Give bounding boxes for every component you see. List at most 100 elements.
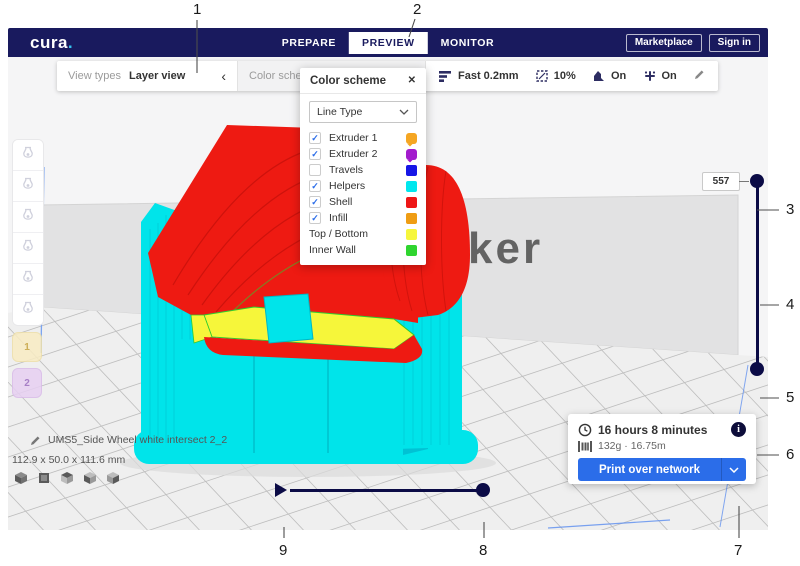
simulation-play-button[interactable] (275, 483, 287, 497)
mirror-tool-icon (20, 238, 36, 259)
simulation-slider-track[interactable] (290, 489, 483, 492)
print-job-panel: 16 hours 8 minutes i 132g · 16.75m Print… (568, 414, 756, 484)
sidebar-mirror-tool-button[interactable] (13, 233, 43, 264)
line-type-dropdown[interactable]: Line Type (309, 101, 417, 123)
view-types-label: View types (68, 70, 121, 82)
popup-title: Color scheme (310, 75, 386, 87)
support-blocker-tool-icon (20, 300, 36, 321)
sidebar-move-tool-button[interactable] (13, 140, 43, 171)
view-types-selector[interactable]: View types Layer view ‹ (57, 61, 237, 91)
layers-icon (439, 71, 452, 82)
callout-3: 3 (786, 201, 794, 218)
line-type-label: Extruder 1 (329, 132, 406, 144)
rotate-tool-icon (20, 207, 36, 228)
model-support-cube (264, 294, 313, 343)
tab-monitor[interactable]: MONITOR (428, 32, 508, 54)
view-types-value: Layer view (129, 70, 185, 82)
cura-logo: cura. (30, 33, 73, 53)
color-swatch (406, 165, 417, 176)
layer-slider-bottom-handle[interactable] (750, 362, 764, 376)
camera-view-buttons (14, 471, 120, 490)
adhesion-value: On (662, 70, 677, 82)
material-estimate: 132g · 16.75m (598, 440, 666, 452)
callout-8: 8 (479, 542, 487, 559)
color-scheme-row[interactable]: ✓ Extruder 1 (309, 130, 417, 146)
print-over-network-button[interactable]: Print over network (578, 458, 721, 481)
checkbox-checked[interactable]: ✓ (309, 132, 321, 144)
print-profile-value: Fast 0.2mm (458, 70, 519, 82)
layer-slider-top-handle[interactable] (750, 174, 764, 188)
line-type-label: Infill (329, 212, 406, 224)
sidebar-support-blocker-tool-button[interactable] (13, 295, 43, 325)
chevron-down-icon (399, 109, 409, 115)
color-scheme-row[interactable]: ✓Shell (309, 194, 417, 210)
color-swatch (406, 229, 417, 240)
support-icon (593, 70, 605, 82)
info-icon[interactable]: i (731, 422, 746, 437)
view-3d-icon[interactable] (14, 471, 28, 490)
extruder-2-button[interactable]: 2 (12, 368, 42, 398)
checkbox-unchecked[interactable] (309, 164, 321, 176)
checkbox-checked[interactable]: ✓ (309, 196, 321, 208)
checkbox-checked[interactable]: ✓ (309, 148, 321, 160)
line-type-dropdown-value: Line Type (317, 106, 362, 118)
color-swatch (406, 149, 417, 160)
support-value: On (611, 70, 626, 82)
color-swatch (406, 181, 417, 192)
extruder-1-button[interactable]: 1 (12, 332, 42, 362)
print-profile-item[interactable]: Fast 0.2mm (439, 70, 519, 82)
current-layer-value[interactable]: 557 (702, 172, 740, 191)
view-left-icon[interactable] (83, 471, 97, 490)
app-header: cura. PREPARE PREVIEW MONITOR Marketplac… (8, 28, 768, 57)
callout-9: 9 (279, 542, 287, 559)
callout-4: 4 (786, 296, 794, 313)
simulation-slider-handle[interactable] (476, 483, 490, 497)
view-right-icon[interactable] (106, 471, 120, 490)
move-tool-icon (20, 145, 36, 166)
edit-settings-pencil-icon[interactable] (694, 69, 705, 83)
view-front-icon[interactable] (37, 471, 51, 490)
adhesion-item[interactable]: On (644, 70, 677, 82)
rename-pencil-icon[interactable] (30, 435, 41, 446)
checkbox-checked[interactable]: ✓ (309, 180, 321, 192)
layer-slider-track[interactable] (756, 181, 759, 369)
color-scheme-row[interactable]: Travels (309, 162, 417, 178)
callout-1: 1 (193, 1, 201, 18)
screenshot-canvas: cura. PREPARE PREVIEW MONITOR Marketplac… (0, 0, 800, 566)
sidebar-rotate-tool-button[interactable] (13, 202, 43, 233)
marketplace-button[interactable]: Marketplace (626, 34, 702, 52)
color-scheme-row[interactable]: Inner Wall (309, 242, 417, 258)
collapse-chevron-icon[interactable]: ‹ (221, 69, 226, 83)
checkbox-checked[interactable]: ✓ (309, 212, 321, 224)
print-options-chevron[interactable] (721, 458, 746, 481)
infill-value: 10% (554, 70, 576, 82)
callout-7: 7 (734, 542, 742, 559)
per-model-settings-tool-icon (20, 269, 36, 290)
infill-item[interactable]: 10% (536, 70, 576, 82)
print-time-estimate: 16 hours 8 minutes (598, 423, 707, 437)
color-swatch (406, 197, 417, 208)
tab-prepare[interactable]: PREPARE (269, 32, 349, 54)
color-scheme-row[interactable]: ✓Helpers (309, 178, 417, 194)
cura-logo-dot: . (68, 33, 73, 52)
sidebar-per-model-settings-tool-button[interactable] (13, 264, 43, 295)
stage-tabs: PREPARE PREVIEW MONITOR (269, 28, 507, 57)
color-swatch (406, 213, 417, 224)
print-settings-summary[interactable]: Fast 0.2mm 10% On On (426, 61, 718, 91)
support-item[interactable]: On (593, 70, 626, 82)
callout-5: 5 (786, 389, 794, 406)
scale-tool-icon (20, 176, 36, 197)
color-scheme-row[interactable]: ✓Extruder 2 (309, 146, 417, 162)
model-dimensions: 112.9 x 50.0 x 111.6 mm (12, 454, 125, 466)
color-scheme-row[interactable]: Top / Bottom (309, 226, 417, 242)
sidebar-scale-tool-button[interactable] (13, 171, 43, 202)
tab-preview[interactable]: PREVIEW (349, 32, 428, 54)
color-scheme-rows: ✓ Extruder 1 ✓Extruder 2Travels✓Helpers✓Sh… (300, 128, 426, 265)
view-top-icon[interactable] (60, 471, 74, 490)
color-scheme-row[interactable]: ✓ Infill (309, 210, 417, 226)
color-swatch (406, 245, 417, 256)
close-icon[interactable]: ✕ (408, 75, 416, 86)
callout-2: 2 (413, 1, 421, 18)
sign-in-button[interactable]: Sign in (709, 34, 760, 52)
cura-logo-text: cura (30, 33, 68, 52)
